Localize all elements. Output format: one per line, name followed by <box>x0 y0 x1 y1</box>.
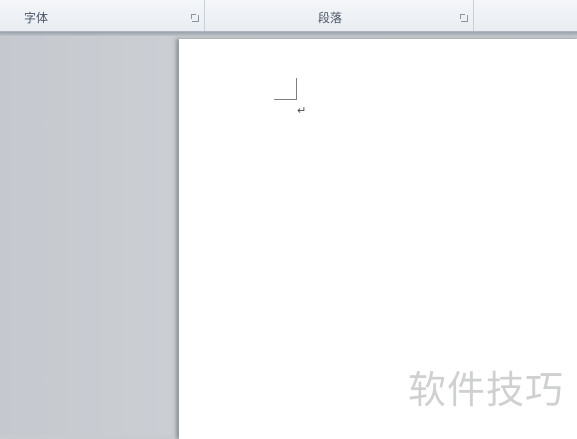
paragraph-mark-icon: ↵ <box>297 104 307 117</box>
font-group-label: 字体 <box>24 11 49 25</box>
ribbon-bar: 字体 段落 <box>0 0 577 32</box>
font-dialog-launcher-icon[interactable] <box>191 14 199 22</box>
margin-corner-mark <box>274 78 297 100</box>
paragraph-group-label: 段落 <box>318 11 343 25</box>
watermark-text: 软件技巧 <box>408 368 565 412</box>
paragraph-dialog-launcher-icon[interactable] <box>460 14 468 22</box>
ribbon-group-font: 字体 <box>0 0 205 31</box>
ribbon-group-paragraph: 段落 <box>205 0 474 31</box>
